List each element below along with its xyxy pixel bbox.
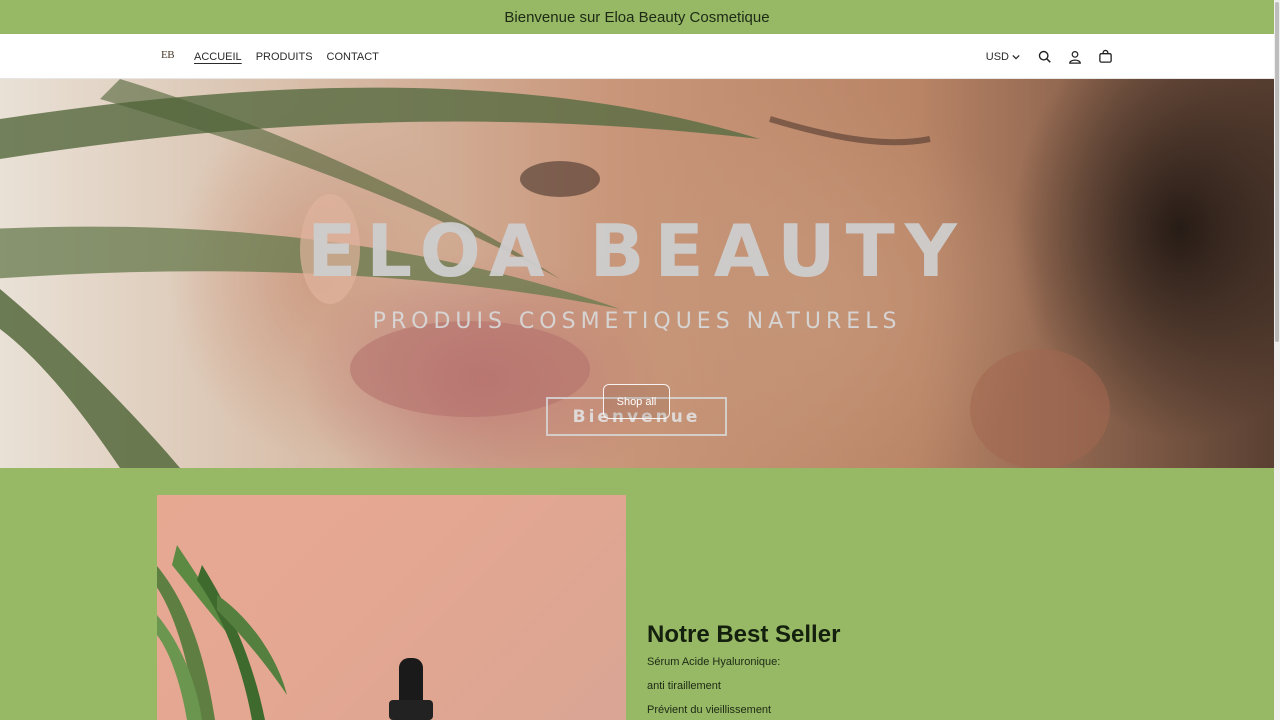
- search-icon[interactable]: [1036, 48, 1054, 66]
- scrollbar-thumb[interactable]: [1275, 2, 1279, 342]
- best-seller-line: Prévient du vieillissement: [647, 704, 772, 716]
- main-nav: ACCUEIL PRODUITS CONTACT: [194, 34, 379, 79]
- cart-icon[interactable]: [1096, 48, 1114, 66]
- currency-label: USD: [985, 50, 1009, 63]
- hero-subtitle: PRODUIS COSMETIQUES NATURELS: [372, 309, 902, 334]
- best-seller-line: anti tiraillement: [647, 680, 721, 692]
- product-image: [157, 495, 626, 720]
- nav-item-contact[interactable]: CONTACT: [327, 51, 379, 63]
- announcement-bar: Bienvenue sur Eloa Beauty Cosmetique: [0, 0, 1274, 34]
- nav-item-accueil[interactable]: ACCUEIL: [194, 51, 242, 63]
- chevron-down-icon: [1012, 54, 1020, 60]
- nav-item-produits[interactable]: PRODUITS: [256, 51, 313, 63]
- account-icon[interactable]: [1066, 48, 1084, 66]
- currency-selector[interactable]: USD: [986, 51, 1020, 63]
- best-seller-line: Sérum Acide Hyaluronique:: [647, 656, 781, 668]
- announcement-text: Bienvenue sur Eloa Beauty Cosmetique: [504, 8, 770, 26]
- logo[interactable]: EB: [161, 49, 175, 61]
- best-seller-title: Notre Best Seller: [647, 621, 841, 648]
- hero-title: ELOA BEAUTY: [307, 209, 967, 293]
- header-actions: USD: [986, 34, 1114, 79]
- hero-banner: ELOA BEAUTY PRODUIS COSMETIQUES NATURELS…: [0, 79, 1274, 468]
- site-header: EB ACCUEIL PRODUITS CONTACT USD: [0, 34, 1274, 79]
- best-seller-section: Notre Best Seller Sérum Acide Hyaluroniq…: [0, 468, 1274, 720]
- page-scrollbar[interactable]: [1274, 0, 1280, 720]
- shop-all-button[interactable]: Shop all: [603, 384, 670, 419]
